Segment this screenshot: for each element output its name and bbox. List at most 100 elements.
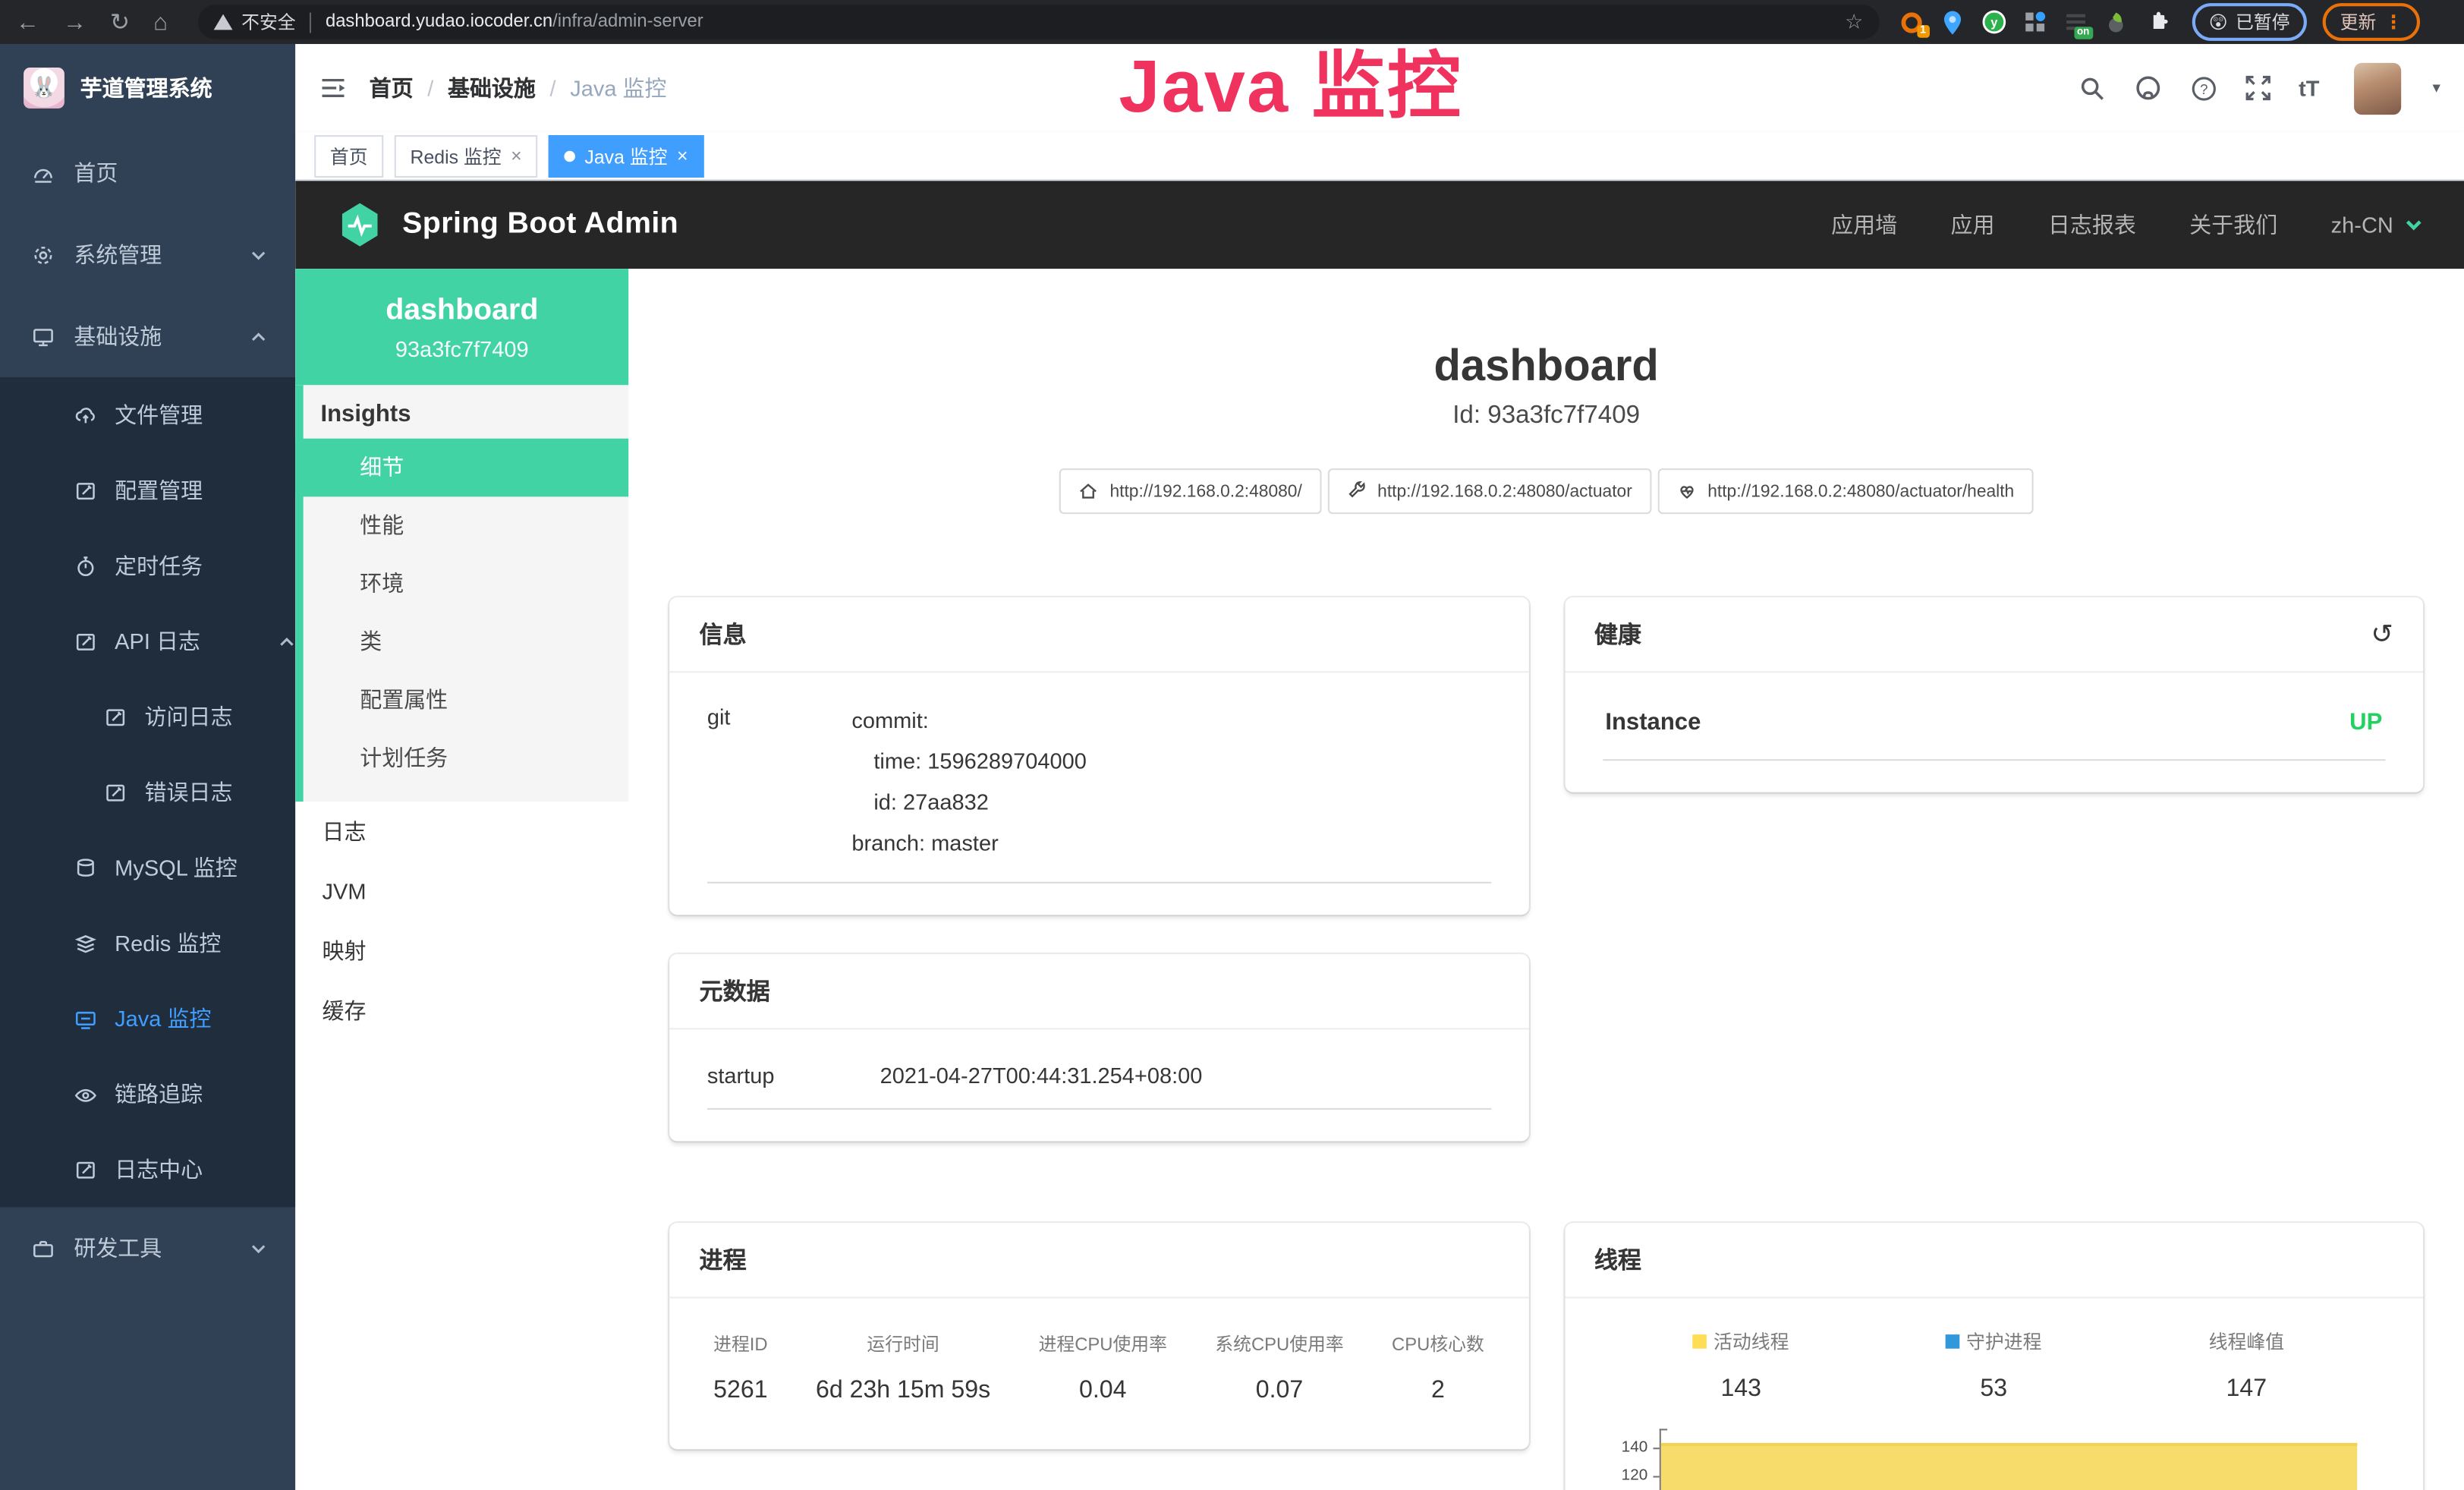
sidebar-item-label: MySQL 监控 xyxy=(115,852,238,883)
page-topbar: 首页 / 基础设施 / Java 监控 ? tT ▾ xyxy=(295,44,2464,132)
browser-menu-icon[interactable]: ⋮ xyxy=(2384,11,2403,33)
sba-item-metrics[interactable]: 性能 xyxy=(304,496,629,555)
help-icon[interactable]: ? xyxy=(2190,74,2217,101)
sidebar-item-dev-tools[interactable]: 研发工具 xyxy=(0,1207,295,1289)
sba-item-loggers[interactable]: 日志 xyxy=(295,802,628,862)
sidebar-item-access-logs[interactable]: 访问日志 xyxy=(0,679,295,754)
sba-item-mappings[interactable]: 映射 xyxy=(295,921,628,981)
app-logo-row[interactable]: 🐰 芋道管理系统 xyxy=(0,44,295,132)
github-icon[interactable] xyxy=(2134,74,2162,102)
extension-green-y-icon[interactable]: y xyxy=(1981,9,2006,34)
sidebar-item-system-mgmt[interactable]: 系统管理 xyxy=(0,214,295,296)
sba-nav-applications[interactable]: 应用 xyxy=(1951,209,1995,240)
search-icon[interactable] xyxy=(2079,74,2105,101)
sba-item-caches[interactable]: 缓存 xyxy=(295,981,628,1041)
sba-item-details[interactable]: 细节 xyxy=(295,439,628,497)
browser-back-icon[interactable]: ← xyxy=(16,10,39,33)
paused-chip[interactable]: 😲 已暂停 xyxy=(2192,3,2307,41)
chart-axis-cap xyxy=(1659,1429,1666,1430)
extension-on-badge: on xyxy=(2074,27,2093,39)
health-instance-row[interactable]: Instance UP xyxy=(1602,700,2385,761)
address-divider xyxy=(310,12,311,33)
stat-header: 系统CPU使用率 xyxy=(1215,1331,1343,1356)
sba-nav-journal[interactable]: 日志报表 xyxy=(2048,209,2136,240)
user-avatar[interactable] xyxy=(2354,62,2401,114)
font-size-icon[interactable]: tT xyxy=(2299,75,2319,100)
tab-label: Java 监控 xyxy=(584,142,667,169)
address-bar[interactable]: 不安全 dashboard.yudao.iocoder.cn/infra/adm… xyxy=(197,5,1879,39)
security-warning-icon[interactable] xyxy=(213,14,232,30)
screenshot-stage: ← → ↻ ⌂ 不安全 dashboard.yudao.iocoder.cn/i… xyxy=(0,0,2464,1490)
browser-refresh-icon[interactable]: ↻ xyxy=(110,10,130,33)
tab-java-monitor[interactable]: Java 监控 × xyxy=(549,134,703,177)
extension-orange-icon[interactable]: 1 xyxy=(1899,9,1924,34)
heartbeat-icon xyxy=(1676,481,1697,502)
sidebar-item-home[interactable]: 首页 xyxy=(0,132,295,214)
sba-brand-name: Spring Boot Admin xyxy=(402,207,678,242)
sba-nav-about[interactable]: 关于我们 xyxy=(2189,209,2277,240)
sba-language-select[interactable]: zh-CN xyxy=(2331,213,2423,238)
tab-redis-monitor[interactable]: Redis 监控 × xyxy=(395,134,538,177)
extensions-puzzle-icon[interactable] xyxy=(2145,9,2170,34)
tab-close-icon[interactable]: × xyxy=(511,145,522,167)
sidebar-item-label: 基础设施 xyxy=(74,320,162,351)
hamburger-icon[interactable] xyxy=(319,74,347,102)
git-time-line: time: 1596289704000 xyxy=(851,740,1490,781)
stat-value: 5261 xyxy=(713,1377,767,1405)
history-icon[interactable]: ↺ xyxy=(2371,621,2393,647)
sidebar-item-mysql-monitor[interactable]: MySQL 监控 xyxy=(0,830,295,905)
sba-instance-header[interactable]: dashboard 93a3fc7f7409 xyxy=(295,269,628,385)
process-stats-table: 进程ID 5261 运行时间 6d 23h 15m 59s xyxy=(707,1325,1490,1418)
instance-id: 93a3fc7f7409 xyxy=(305,336,619,361)
browser-forward-icon[interactable]: → xyxy=(63,10,87,33)
sidebar-item-scheduled-jobs[interactable]: 定时任务 xyxy=(0,528,295,603)
health-url-button[interactable]: http://192.168.0.2:48080/actuator/health xyxy=(1657,468,2033,514)
sidebar-item-file-management[interactable]: 文件管理 xyxy=(0,377,295,452)
active-tab-dot xyxy=(565,150,575,161)
sba-item-environment[interactable]: 环境 xyxy=(304,555,629,613)
sidebar-item-label: 首页 xyxy=(74,157,118,188)
extension-list-on-icon[interactable]: on xyxy=(2063,9,2088,34)
health-card-body: Instance UP xyxy=(1564,673,2423,792)
sidebar-item-trace[interactable]: 链路追踪 xyxy=(0,1057,295,1132)
tab-close-icon[interactable]: × xyxy=(677,145,688,167)
stat-header: CPU核心数 xyxy=(1392,1331,1484,1356)
sidebar-item-api-logs[interactable]: API 日志 xyxy=(0,603,295,679)
url-host: dashboard.yudao.iocoder.cn xyxy=(326,13,552,32)
process-stat-pid: 进程ID 5261 xyxy=(713,1331,767,1405)
sba-item-config-props[interactable]: 配置属性 xyxy=(304,671,629,729)
extension-pin-icon[interactable] xyxy=(1940,9,1965,34)
sidebar-item-label: 配置管理 xyxy=(115,474,203,506)
browser-home-icon[interactable]: ⌂ xyxy=(153,10,168,33)
fullscreen-icon[interactable] xyxy=(2245,75,2270,100)
sidebar-item-error-logs[interactable]: 错误日志 xyxy=(0,754,295,830)
security-label[interactable]: 不安全 xyxy=(241,9,295,34)
health-card: 健康 ↺ Instance UP xyxy=(1564,597,2423,792)
sba-item-beans[interactable]: 类 xyxy=(304,613,629,672)
extension-leaf-icon[interactable] xyxy=(2104,9,2129,34)
breadcrumb-infrastructure[interactable]: 基础设施 xyxy=(448,72,536,103)
sba-brand[interactable]: Spring Boot Admin xyxy=(336,201,678,248)
process-card: 进程 进程ID 5261 运行时间 xyxy=(669,1223,1528,1449)
sidebar-item-redis-monitor[interactable]: Redis 监控 xyxy=(0,906,295,981)
sidebar-item-label: 日志中心 xyxy=(115,1154,203,1185)
tab-home[interactable]: 首页 xyxy=(314,134,383,177)
service-url-button[interactable]: http://192.168.0.2:48080/ xyxy=(1059,468,1320,514)
sba-item-scheduled-tasks[interactable]: 计划任务 xyxy=(304,729,629,788)
stat-value: 2 xyxy=(1392,1377,1484,1405)
sidebar-item-infrastructure[interactable]: 基础设施 xyxy=(0,295,295,377)
bookmark-star-icon[interactable]: ☆ xyxy=(1845,9,1863,34)
topbar-icons: ? tT ▾ xyxy=(2079,62,2440,114)
chrome-update-chip[interactable]: 更新 ⋮ xyxy=(2323,3,2420,41)
sba-nav-wall[interactable]: 应用墙 xyxy=(1831,209,1897,240)
breadcrumb-home[interactable]: 首页 xyxy=(370,72,414,103)
actuator-url-button[interactable]: http://192.168.0.2:48080/actuator xyxy=(1327,468,1651,514)
sidebar-item-java-monitor[interactable]: Java 监控 xyxy=(0,981,295,1056)
svg-text:?: ? xyxy=(2200,80,2208,96)
instance-title: dashboard xyxy=(669,341,2423,391)
extension-grid-icon[interactable] xyxy=(2022,9,2047,34)
user-menu-caret-icon[interactable]: ▾ xyxy=(2433,80,2440,97)
sidebar-item-config-management[interactable]: 配置管理 xyxy=(0,452,295,528)
sba-item-jvm[interactable]: JVM xyxy=(295,862,628,921)
sidebar-item-log-center[interactable]: 日志中心 xyxy=(0,1132,295,1207)
